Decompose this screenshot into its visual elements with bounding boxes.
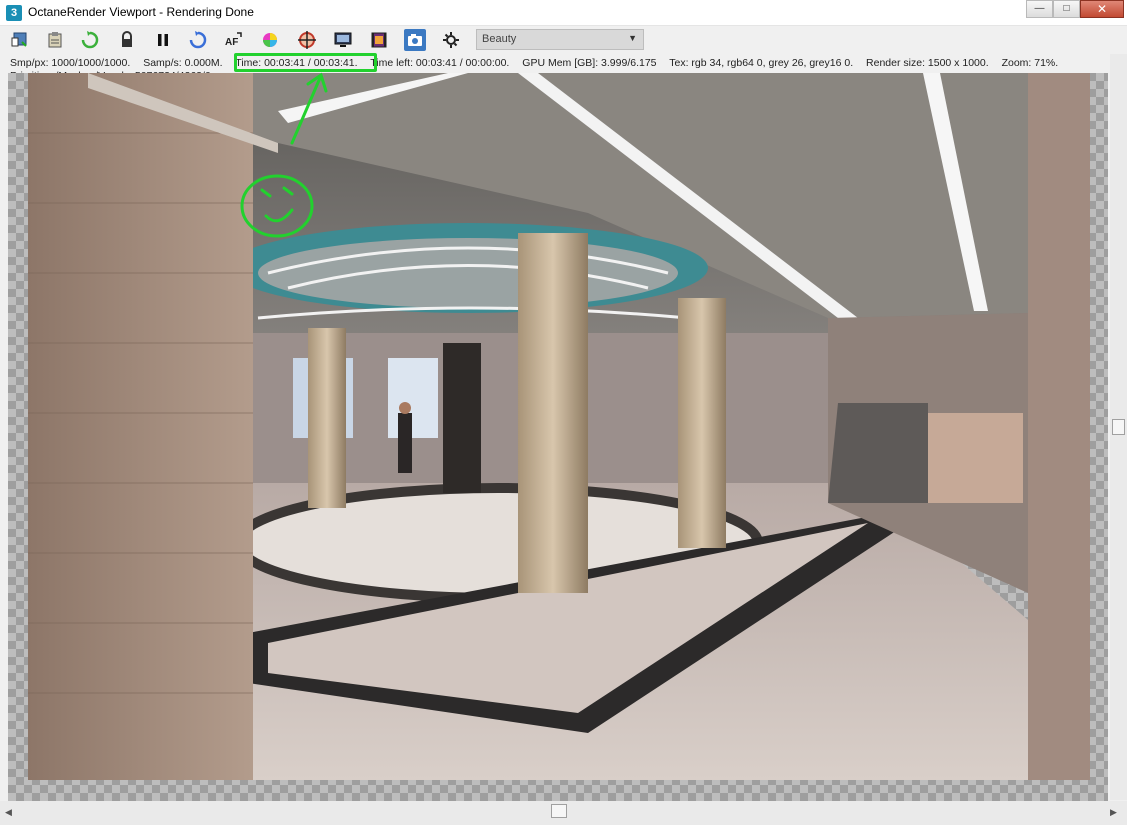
scroll-right-icon[interactable]: ▶ [1110, 807, 1117, 818]
status-tex: Tex: rgb 34, rgb64 0, grey 26, grey16 0. [669, 57, 854, 69]
scroll-left-icon[interactable]: ◀ [5, 807, 12, 818]
restart-icon [81, 31, 99, 49]
app-icon: 3 [6, 5, 22, 21]
clipboard-button[interactable] [44, 29, 66, 51]
maximize-icon: □ [1063, 3, 1070, 14]
status-smp-px: Smp/px: 1000/1000/1000. [10, 57, 131, 69]
minimize-icon: — [1034, 3, 1045, 14]
viewport-send-button[interactable] [9, 29, 31, 51]
af-icon-label: AF [225, 37, 238, 48]
pause-icon [158, 34, 168, 46]
film-render-button[interactable] [368, 29, 390, 51]
film-render-icon [371, 32, 387, 48]
monitor-icon [334, 32, 352, 47]
color-picker-button[interactable] [259, 29, 281, 51]
status-samp-s: Samp/s: 0.000M. [143, 57, 223, 69]
restart-button[interactable] [79, 29, 101, 51]
render-pass-value: Beauty [482, 33, 517, 45]
horizontal-scroll-thumb[interactable] [551, 804, 567, 818]
maximize-button[interactable]: □ [1053, 0, 1080, 18]
refresh-icon [189, 31, 207, 49]
close-button[interactable]: ✕ [1080, 0, 1124, 18]
status-time-left: Time left: 00:03:41 / 00:00:00. [370, 57, 510, 69]
rendered-image[interactable] [28, 73, 1090, 780]
camera-button[interactable] [404, 29, 426, 51]
focus-target-icon [298, 31, 316, 49]
status-render-size: Render size: 1500 x 1000. [866, 57, 989, 69]
render-scene [28, 73, 1090, 780]
vertical-scroll-thumb[interactable] [1112, 419, 1125, 435]
lock-button[interactable] [116, 29, 138, 51]
status-zoom: Zoom: 71%. [1001, 57, 1059, 69]
toolbar: AF Beauty ▼ [0, 26, 1127, 54]
render-pass-select[interactable]: Beauty ▼ [476, 29, 644, 50]
status-gpu-mem: GPU Mem [GB]: 3.999/6.175 [522, 57, 657, 69]
settings-gear-button[interactable] [440, 29, 462, 51]
viewport-send-icon [11, 32, 27, 47]
chevron-down-icon: ▼ [628, 33, 637, 43]
focus-target-button[interactable] [296, 29, 318, 51]
lock-icon [122, 31, 132, 47]
time-highlight-box [234, 53, 377, 72]
camera-icon [408, 34, 422, 46]
settings-gear-icon [443, 32, 459, 48]
color-picker-icon [263, 33, 277, 47]
monitor-button[interactable] [332, 29, 354, 51]
refresh-button[interactable] [187, 29, 209, 51]
clipboard-icon [48, 32, 62, 48]
pause-button[interactable] [152, 29, 174, 51]
minimize-button[interactable]: — [1026, 0, 1053, 18]
af-button[interactable]: AF [223, 29, 245, 51]
title-bar: 3 OctaneRender Viewport - Rendering Done… [0, 0, 1127, 26]
af-icon: AF [225, 32, 242, 48]
status-line: Smp/px: 1000/1000/1000. Samp/s: 0.000M. … [10, 57, 1068, 69]
window-title: OctaneRender Viewport - Rendering Done [28, 5, 254, 19]
close-icon: ✕ [1096, 2, 1108, 16]
